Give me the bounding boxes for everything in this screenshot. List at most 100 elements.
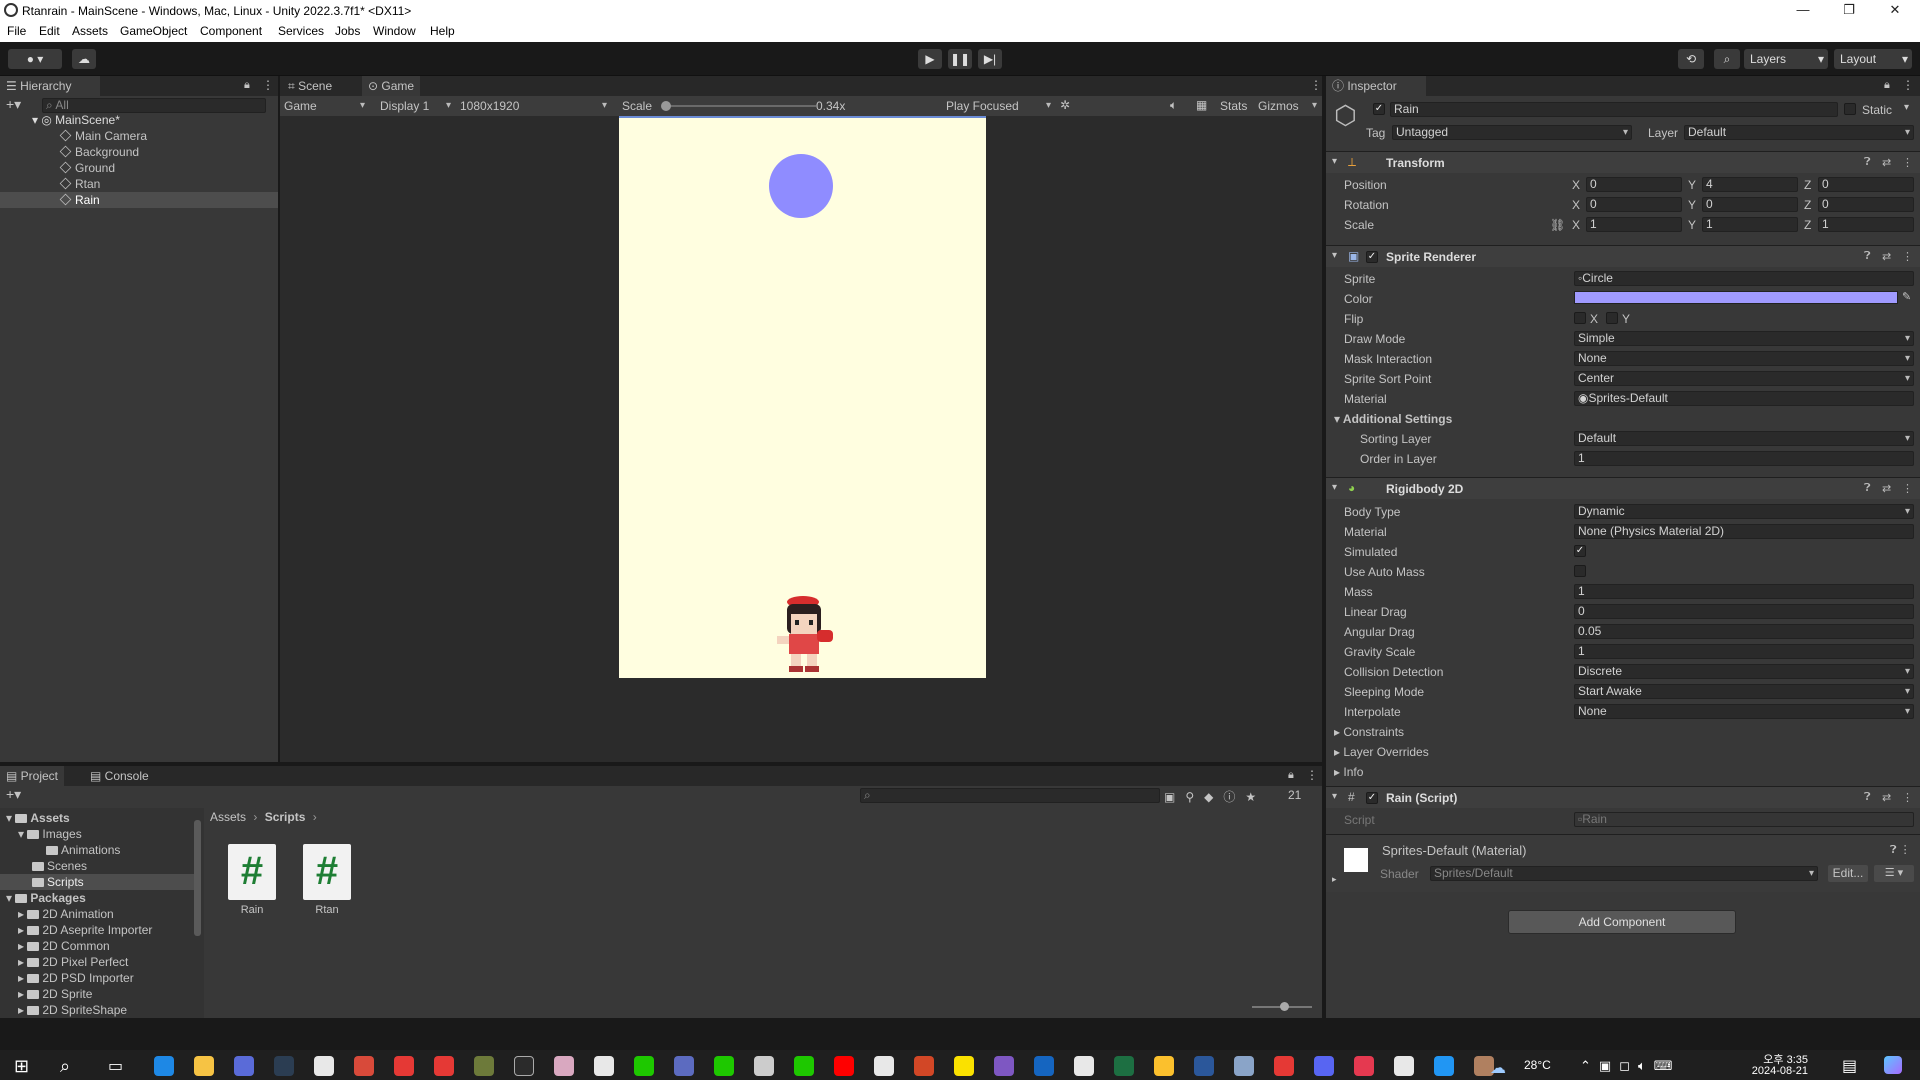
- app-icon[interactable]: [514, 1056, 534, 1076]
- component-enabled-checkbox[interactable]: ✓: [1366, 251, 1378, 263]
- hierarchy-search-input[interactable]: ⌕ All: [42, 98, 266, 113]
- mask-interaction-dropdown[interactable]: None: [1574, 351, 1914, 366]
- collapse-icon[interactable]: ▾: [1332, 250, 1337, 261]
- tab-scene[interactable]: ⌗ Scene: [282, 76, 338, 96]
- help-icon[interactable]: ❓︎: [1864, 482, 1871, 495]
- more-icon[interactable]: ⋮: [1902, 156, 1913, 169]
- resolution-dropdown[interactable]: 1080x1920: [460, 98, 610, 114]
- tree-assets[interactable]: ▾ Assets: [6, 810, 70, 826]
- notification-icon[interactable]: ▤: [1842, 1056, 1857, 1076]
- add-icon[interactable]: +▾: [6, 96, 21, 113]
- steam-icon[interactable]: [274, 1056, 294, 1076]
- flip-y-checkbox[interactable]: [1606, 312, 1618, 324]
- tree-scripts[interactable]: Scripts: [32, 874, 84, 890]
- line-icon[interactable]: [634, 1056, 654, 1076]
- gizmos-dropdown[interactable]: Gizmos: [1258, 98, 1320, 114]
- help-icon[interactable]: ❓︎: [1864, 791, 1871, 804]
- collapse-icon[interactable]: ▾: [1332, 791, 1337, 802]
- close-button[interactable]: ✕: [1872, 0, 1918, 22]
- transform-header[interactable]: ▾ ⟂ Transform ❓︎ ⇄ ⋮: [1326, 151, 1920, 173]
- hierarchy-item[interactable]: Rtan: [59, 176, 100, 192]
- app-icon[interactable]: [394, 1056, 414, 1076]
- constrain-proportions-icon[interactable]: ⛓: [1550, 218, 1565, 232]
- game-canvas[interactable]: [619, 116, 986, 678]
- hierarchy-item[interactable]: Background: [59, 144, 139, 160]
- menu-edit[interactable]: Edit: [39, 24, 60, 38]
- component-enabled-checkbox[interactable]: ✓: [1366, 792, 1378, 804]
- tab-hierarchy[interactable]: ☰ Hierarchy: [0, 76, 100, 96]
- more-icon[interactable]: ⋮: [1902, 482, 1913, 495]
- transform-scale-y-input[interactable]: 1: [1702, 217, 1798, 232]
- layer-dropdown[interactable]: Default: [1684, 125, 1914, 140]
- step-button[interactable]: ▶|: [978, 49, 1002, 69]
- tree-packages[interactable]: ▾ Packages: [6, 890, 86, 906]
- help-icon[interactable]: ❓︎: [1864, 250, 1871, 263]
- app-icon[interactable]: [594, 1056, 614, 1076]
- menu-component[interactable]: Component: [200, 24, 262, 38]
- more-icon[interactable]: ⋮: [1902, 250, 1913, 263]
- sorting-layer-dropdown[interactable]: Default: [1574, 431, 1914, 446]
- play-button[interactable]: ▶: [918, 49, 942, 69]
- sprite-sort-point-dropdown[interactable]: Center: [1574, 371, 1914, 386]
- menu-file[interactable]: File: [7, 24, 26, 38]
- copilot-icon[interactable]: [1884, 1056, 1902, 1074]
- collision-detection-dropdown[interactable]: Discrete: [1574, 664, 1914, 679]
- tree-scrollbar[interactable]: [194, 820, 201, 936]
- menu-services[interactable]: Services: [278, 24, 324, 38]
- additional-settings-foldout[interactable]: ▾ Additional Settings: [1334, 412, 1452, 426]
- create-icon[interactable]: +▾: [6, 786, 21, 803]
- app-icon[interactable]: [434, 1056, 454, 1076]
- icon-size-slider-handle[interactable]: [1280, 1002, 1289, 1011]
- sprite-renderer-header[interactable]: ▾ ▣ ✓ Sprite Renderer ❓︎ ⇄ ⋮: [1326, 245, 1920, 267]
- app-icon[interactable]: [1274, 1056, 1294, 1076]
- menu-gameobject[interactable]: GameObject: [120, 24, 187, 38]
- constraints-foldout[interactable]: ▸ Constraints: [1334, 725, 1404, 739]
- flip-x-checkbox[interactable]: [1574, 312, 1586, 324]
- tree-package-item[interactable]: ▸ 2D Sprite: [18, 986, 92, 1002]
- static-checkbox[interactable]: [1844, 103, 1856, 115]
- simulated-checkbox[interactable]: ✓: [1574, 545, 1586, 557]
- layout-dropdown[interactable]: Layout ▾: [1834, 49, 1912, 69]
- stats-button[interactable]: Stats: [1220, 99, 1247, 113]
- menu-window[interactable]: Window: [373, 24, 416, 38]
- line-icon[interactable]: [794, 1056, 814, 1076]
- app-icon[interactable]: [1354, 1056, 1374, 1076]
- app-icon[interactable]: [474, 1056, 494, 1076]
- tree-package-item[interactable]: ▸ 2D SpriteShape: [18, 1002, 127, 1018]
- discord-icon[interactable]: [1314, 1056, 1334, 1076]
- transform-position-x-input[interactable]: 0: [1586, 177, 1682, 192]
- tab-project[interactable]: ▤ Project: [0, 766, 65, 786]
- tree-package-item[interactable]: ▸ 2D PSD Importer: [18, 970, 134, 986]
- draw-mode-dropdown[interactable]: Simple: [1574, 331, 1914, 346]
- order-in-layer-input[interactable]: 1: [1574, 451, 1914, 466]
- app-icon[interactable]: [354, 1056, 374, 1076]
- transform-rotation-y-input[interactable]: 0: [1702, 197, 1798, 212]
- transform-scale-z-input[interactable]: 1: [1818, 217, 1914, 232]
- script-file-icon[interactable]: #: [228, 844, 276, 900]
- shader-edit-button[interactable]: Edit...: [1828, 865, 1868, 882]
- history-icon[interactable]: ⟲: [1678, 49, 1704, 69]
- game-mode-dropdown[interactable]: Game: [284, 98, 368, 114]
- gravity-scale-input[interactable]: 1: [1574, 644, 1914, 659]
- app-icon[interactable]: [1234, 1056, 1254, 1076]
- tab-game[interactable]: ⊙ Game: [362, 76, 421, 96]
- filter-icons[interactable]: ▣⚲◆ⓘ★: [1164, 788, 1266, 805]
- play-focused-dropdown[interactable]: Play Focused: [946, 98, 1054, 114]
- tree-animations[interactable]: Animations: [46, 842, 120, 858]
- youtube-icon[interactable]: [834, 1056, 854, 1076]
- preset-icon[interactable]: ⇄: [1882, 250, 1891, 263]
- transform-scale-x-input[interactable]: 1: [1586, 217, 1682, 232]
- rigidbody2d-header[interactable]: ▾ ◕ Rigidbody 2D ❓︎ ⇄ ⋮: [1326, 477, 1920, 499]
- rain-script-header[interactable]: ▾ # ✓ Rain (Script) ❓︎ ⇄ ⋮: [1326, 786, 1920, 808]
- file-explorer-icon[interactable]: [194, 1056, 214, 1076]
- unity-active-icon[interactable]: [1394, 1056, 1414, 1076]
- menu-help[interactable]: Help: [430, 24, 455, 38]
- excel-icon[interactable]: [1114, 1056, 1134, 1076]
- transform-position-z-input[interactable]: 0: [1818, 177, 1914, 192]
- linear-drag-input[interactable]: 0: [1574, 604, 1914, 619]
- minimize-button[interactable]: —: [1780, 0, 1826, 22]
- help-icon[interactable]: ❓︎: [1864, 156, 1871, 169]
- menu-jobs[interactable]: Jobs: [335, 24, 360, 38]
- tab-inspector[interactable]: ⓘ Inspector: [1326, 76, 1426, 96]
- bug-icon[interactable]: ✲: [1060, 98, 1070, 112]
